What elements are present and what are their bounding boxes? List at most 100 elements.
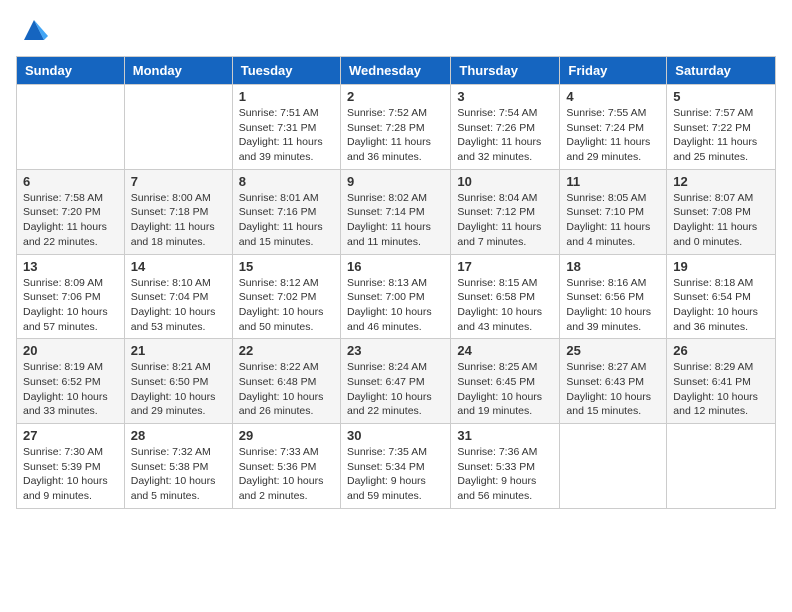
calendar-table: SundayMondayTuesdayWednesdayThursdayFrid… <box>16 56 776 509</box>
calendar-week-row: 1Sunrise: 7:51 AM Sunset: 7:31 PM Daylig… <box>17 85 776 170</box>
calendar-cell: 29 Sunrise: 7:33 AM Sunset: 5:36 PM Dayli… <box>232 424 340 509</box>
calendar-cell: 6Sunrise: 7:58 AM Sunset: 7:20 PM Daylig… <box>17 169 125 254</box>
calendar-cell <box>667 424 776 509</box>
calendar-cell: 15 Sunrise: 8:12 AM Sunset: 7:02 PM Dayli… <box>232 254 340 339</box>
day-info: Sunrise: 8:07 AM Sunset: 7:08 PM Dayligh… <box>673 191 769 250</box>
day-info: Sunrise: 7:51 AM Sunset: 7:31 PM Dayligh… <box>239 106 334 165</box>
day-info: Sunrise: 7:52 AM Sunset: 7:28 PM Dayligh… <box>347 106 444 165</box>
calendar-cell: 2 Sunrise: 7:52 AM Sunset: 7:28 PM Daylig… <box>340 85 450 170</box>
calendar-cell <box>17 85 125 170</box>
column-header-sunday: Sunday <box>17 57 125 85</box>
day-info: Sunrise: 8:04 AM Sunset: 7:12 PM Dayligh… <box>457 191 553 250</box>
day-info: Sunrise: 8:05 AM Sunset: 7:10 PM Dayligh… <box>566 191 660 250</box>
day-info: Sunrise: 8:13 AM Sunset: 7:00 PM Dayligh… <box>347 276 444 335</box>
day-number: 14 <box>131 259 226 274</box>
calendar-cell: 12 Sunrise: 8:07 AM Sunset: 7:08 PM Dayli… <box>667 169 776 254</box>
day-number: 6 <box>23 174 118 189</box>
page-header <box>16 16 776 44</box>
day-number: 3 <box>457 89 553 104</box>
calendar-cell: 27 Sunrise: 7:30 AM Sunset: 5:39 PM Dayli… <box>17 424 125 509</box>
day-info: Sunrise: 8:24 AM Sunset: 6:47 PM Dayligh… <box>347 360 444 419</box>
day-number: 2 <box>347 89 444 104</box>
day-number: 10 <box>457 174 553 189</box>
day-number: 9 <box>347 174 444 189</box>
day-number: 25 <box>566 343 660 358</box>
day-info: Sunrise: 7:54 AM Sunset: 7:26 PM Dayligh… <box>457 106 553 165</box>
calendar-header-row: SundayMondayTuesdayWednesdayThursdayFrid… <box>17 57 776 85</box>
day-info: Sunrise: 8:18 AM Sunset: 6:54 PM Dayligh… <box>673 276 769 335</box>
logo-icon <box>20 16 48 44</box>
calendar-cell: 20Sunrise: 8:19 AM Sunset: 6:52 PM Dayli… <box>17 339 125 424</box>
calendar-week-row: 27 Sunrise: 7:30 AM Sunset: 5:39 PM Dayli… <box>17 424 776 509</box>
column-header-wednesday: Wednesday <box>340 57 450 85</box>
day-info: Sunrise: 7:35 AM Sunset: 5:34 PM Dayligh… <box>347 445 444 504</box>
calendar-cell: 28 Sunrise: 7:32 AM Sunset: 5:38 PM Dayli… <box>124 424 232 509</box>
calendar-week-row: 20Sunrise: 8:19 AM Sunset: 6:52 PM Dayli… <box>17 339 776 424</box>
calendar-cell: 24 Sunrise: 8:25 AM Sunset: 6:45 PM Dayli… <box>451 339 560 424</box>
day-number: 12 <box>673 174 769 189</box>
day-number: 27 <box>23 428 118 443</box>
day-number: 11 <box>566 174 660 189</box>
day-number: 17 <box>457 259 553 274</box>
calendar-cell: 18 Sunrise: 8:16 AM Sunset: 6:56 PM Dayli… <box>560 254 667 339</box>
day-number: 31 <box>457 428 553 443</box>
calendar-cell: 26 Sunrise: 8:29 AM Sunset: 6:41 PM Dayli… <box>667 339 776 424</box>
logo <box>16 16 48 44</box>
day-number: 7 <box>131 174 226 189</box>
day-number: 13 <box>23 259 118 274</box>
day-number: 18 <box>566 259 660 274</box>
day-info: Sunrise: 7:32 AM Sunset: 5:38 PM Dayligh… <box>131 445 226 504</box>
day-number: 22 <box>239 343 334 358</box>
calendar-cell: 31Sunrise: 7:36 AM Sunset: 5:33 PM Dayli… <box>451 424 560 509</box>
calendar-cell: 30Sunrise: 7:35 AM Sunset: 5:34 PM Dayli… <box>340 424 450 509</box>
column-header-thursday: Thursday <box>451 57 560 85</box>
day-info: Sunrise: 8:21 AM Sunset: 6:50 PM Dayligh… <box>131 360 226 419</box>
day-number: 4 <box>566 89 660 104</box>
day-info: Sunrise: 8:00 AM Sunset: 7:18 PM Dayligh… <box>131 191 226 250</box>
calendar-cell: 19Sunrise: 8:18 AM Sunset: 6:54 PM Dayli… <box>667 254 776 339</box>
calendar-week-row: 6Sunrise: 7:58 AM Sunset: 7:20 PM Daylig… <box>17 169 776 254</box>
calendar-cell: 13 Sunrise: 8:09 AM Sunset: 7:06 PM Dayli… <box>17 254 125 339</box>
day-info: Sunrise: 8:29 AM Sunset: 6:41 PM Dayligh… <box>673 360 769 419</box>
column-header-saturday: Saturday <box>667 57 776 85</box>
day-info: Sunrise: 8:09 AM Sunset: 7:06 PM Dayligh… <box>23 276 118 335</box>
day-number: 23 <box>347 343 444 358</box>
day-number: 21 <box>131 343 226 358</box>
calendar-cell: 11 Sunrise: 8:05 AM Sunset: 7:10 PM Dayli… <box>560 169 667 254</box>
day-number: 20 <box>23 343 118 358</box>
calendar-cell: 16 Sunrise: 8:13 AM Sunset: 7:00 PM Dayli… <box>340 254 450 339</box>
calendar-cell: 25 Sunrise: 8:27 AM Sunset: 6:43 PM Dayli… <box>560 339 667 424</box>
day-number: 24 <box>457 343 553 358</box>
day-info: Sunrise: 7:30 AM Sunset: 5:39 PM Dayligh… <box>23 445 118 504</box>
day-info: Sunrise: 8:27 AM Sunset: 6:43 PM Dayligh… <box>566 360 660 419</box>
calendar-cell: 17 Sunrise: 8:15 AM Sunset: 6:58 PM Dayli… <box>451 254 560 339</box>
calendar-cell: 1Sunrise: 7:51 AM Sunset: 7:31 PM Daylig… <box>232 85 340 170</box>
day-info: Sunrise: 8:15 AM Sunset: 6:58 PM Dayligh… <box>457 276 553 335</box>
calendar-cell: 10 Sunrise: 8:04 AM Sunset: 7:12 PM Dayli… <box>451 169 560 254</box>
calendar-cell: 8 Sunrise: 8:01 AM Sunset: 7:16 PM Daylig… <box>232 169 340 254</box>
day-number: 8 <box>239 174 334 189</box>
day-info: Sunrise: 8:16 AM Sunset: 6:56 PM Dayligh… <box>566 276 660 335</box>
day-info: Sunrise: 7:33 AM Sunset: 5:36 PM Dayligh… <box>239 445 334 504</box>
day-number: 29 <box>239 428 334 443</box>
day-info: Sunrise: 8:02 AM Sunset: 7:14 PM Dayligh… <box>347 191 444 250</box>
day-number: 15 <box>239 259 334 274</box>
calendar-cell <box>124 85 232 170</box>
day-info: Sunrise: 8:25 AM Sunset: 6:45 PM Dayligh… <box>457 360 553 419</box>
day-info: Sunrise: 7:55 AM Sunset: 7:24 PM Dayligh… <box>566 106 660 165</box>
day-number: 28 <box>131 428 226 443</box>
column-header-monday: Monday <box>124 57 232 85</box>
calendar-cell: 4 Sunrise: 7:55 AM Sunset: 7:24 PM Daylig… <box>560 85 667 170</box>
calendar-cell: 23 Sunrise: 8:24 AM Sunset: 6:47 PM Dayli… <box>340 339 450 424</box>
day-info: Sunrise: 8:12 AM Sunset: 7:02 PM Dayligh… <box>239 276 334 335</box>
calendar-cell: 9 Sunrise: 8:02 AM Sunset: 7:14 PM Daylig… <box>340 169 450 254</box>
day-number: 26 <box>673 343 769 358</box>
day-info: Sunrise: 8:01 AM Sunset: 7:16 PM Dayligh… <box>239 191 334 250</box>
calendar-cell: 14 Sunrise: 8:10 AM Sunset: 7:04 PM Dayli… <box>124 254 232 339</box>
calendar-cell: 22Sunrise: 8:22 AM Sunset: 6:48 PM Dayli… <box>232 339 340 424</box>
day-info: Sunrise: 8:10 AM Sunset: 7:04 PM Dayligh… <box>131 276 226 335</box>
calendar-cell <box>560 424 667 509</box>
calendar-cell: 5Sunrise: 7:57 AM Sunset: 7:22 PM Daylig… <box>667 85 776 170</box>
calendar-cell: 21 Sunrise: 8:21 AM Sunset: 6:50 PM Dayli… <box>124 339 232 424</box>
day-number: 16 <box>347 259 444 274</box>
